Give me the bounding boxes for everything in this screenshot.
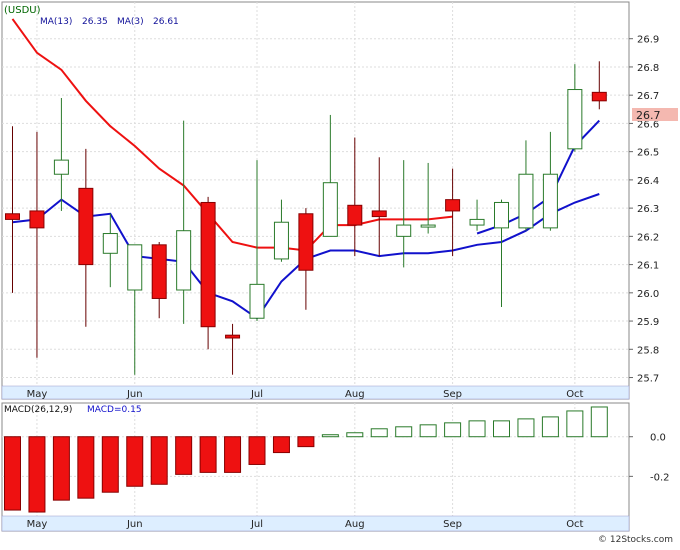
- macd-bar: [346, 432, 364, 438]
- macd-bar: [517, 418, 535, 438]
- candle-body: [347, 204, 363, 226]
- price-ytick-label: 26.7: [637, 91, 659, 102]
- candle-body: [322, 182, 338, 237]
- macd-bar: [101, 436, 119, 493]
- price-ytick-label: 26.8: [637, 63, 659, 74]
- macd-bar: [52, 436, 70, 501]
- price-xtick-label: Jul: [250, 389, 263, 400]
- ma13-legend-label: MA(13): [40, 17, 72, 27]
- price-ytick-label: 25.9: [637, 317, 659, 328]
- macd-bar: [566, 410, 584, 438]
- macd-legend-label: MACD(26,12,9): [4, 405, 72, 415]
- candle-body: [494, 201, 509, 229]
- candle-body: [176, 230, 192, 291]
- macd-bar: [444, 422, 462, 438]
- candle-body: [591, 91, 607, 102]
- macd-xtick-label: May: [27, 519, 48, 530]
- price-xtick-label: Oct: [566, 389, 583, 400]
- ma3-legend-label: MA(3): [117, 17, 144, 27]
- candle-body: [469, 218, 485, 226]
- macd-bar: [541, 416, 559, 438]
- candle-body: [29, 210, 45, 229]
- price-ytick-label: 25.7: [637, 374, 659, 385]
- candle-body: [225, 334, 241, 339]
- price-ytick-label: 26.9: [637, 35, 659, 46]
- macd-xtick-label: Oct: [566, 519, 583, 530]
- price-ytick-label: 26.4: [637, 176, 659, 187]
- macd-ytick-label: -0.2: [650, 472, 670, 483]
- ma3-legend-value: 26.61: [153, 17, 179, 27]
- candle-body: [445, 199, 461, 212]
- macd-panel-frame: [1, 402, 630, 532]
- macd-bar: [248, 436, 266, 465]
- candle-body: [371, 210, 387, 218]
- macd-xtick-label: Aug: [345, 519, 365, 530]
- price-xtick-label: Aug: [345, 389, 365, 400]
- price-ytick-label: 26.3: [637, 204, 659, 215]
- macd-bar: [590, 406, 608, 438]
- price-ytick-label: 26.2: [637, 232, 659, 243]
- price-xtick-label: Sep: [443, 389, 462, 400]
- candle-body: [567, 89, 583, 150]
- price-xtick-label: May: [27, 389, 48, 400]
- macd-bar: [150, 436, 168, 485]
- macd-xtick-label: Sep: [443, 519, 462, 530]
- macd-bar: [493, 420, 510, 438]
- candle-body: [5, 213, 20, 220]
- candle-body: [518, 173, 534, 229]
- price-xtick-label: Jun: [126, 389, 143, 400]
- last-price-label: 26.7: [636, 109, 661, 122]
- macd-bar: [175, 436, 193, 475]
- candle-body: [396, 224, 412, 237]
- price-ytick-label: 26.0: [637, 289, 659, 300]
- candle-body: [298, 213, 314, 271]
- candle-body: [102, 233, 118, 254]
- macd-bar: [468, 420, 486, 438]
- macd-bar: [199, 436, 217, 473]
- macd-bar: [126, 436, 144, 487]
- macd-bar: [224, 436, 242, 473]
- candle-body: [542, 173, 558, 229]
- candle-body: [249, 283, 265, 319]
- usdu-price-chart: 25.7 25.8 25.9 26.0 26.1 26.2 26.3 26.4 26.5 26.6…: [0, 0, 680, 546]
- symbol-label: (USDU): [4, 5, 41, 16]
- macd-legend-value: MACD=0.15: [87, 405, 142, 415]
- macd-bar: [77, 436, 95, 499]
- macd-bar: [272, 436, 290, 454]
- price-ytick-label: 25.8: [637, 345, 659, 356]
- macd-bar: [370, 428, 388, 438]
- macd-ytick-label: 0.0: [650, 433, 666, 444]
- macd-xtick-label: Jul: [250, 519, 263, 530]
- macd-date-band: [1, 515, 630, 532]
- price-ytick-label: 26.1: [637, 261, 659, 272]
- candle-body: [273, 221, 289, 260]
- macd-bar: [395, 426, 413, 438]
- macd-bar: [297, 436, 315, 448]
- chart-canvas: 25.7 25.8 25.9 26.0 26.1 26.2 26.3 26.4 26.5 26.6…: [1, 1, 678, 545]
- watermark: © 12Stocks.com: [598, 535, 673, 545]
- candle-body: [127, 244, 143, 291]
- price-ytick-label: 26.5: [637, 148, 659, 159]
- macd-bar: [321, 434, 339, 438]
- axes: 25.725.825.926.026.126.226.326.426.526.6…: [629, 35, 670, 483]
- candle-body: [420, 224, 436, 228]
- candle-body: [200, 201, 216, 328]
- macd-bar: [419, 424, 437, 438]
- candle-body: [78, 187, 94, 266]
- candle-body: [151, 244, 167, 299]
- ma13-legend-value: 26.35: [82, 17, 108, 27]
- price-date-band: [1, 385, 630, 400]
- macd-bar: [28, 436, 46, 513]
- price-panel-frame: [1, 1, 630, 400]
- macd-bar: [4, 436, 21, 511]
- macd-xtick-label: Jun: [126, 519, 143, 530]
- candle-body: [53, 159, 69, 175]
